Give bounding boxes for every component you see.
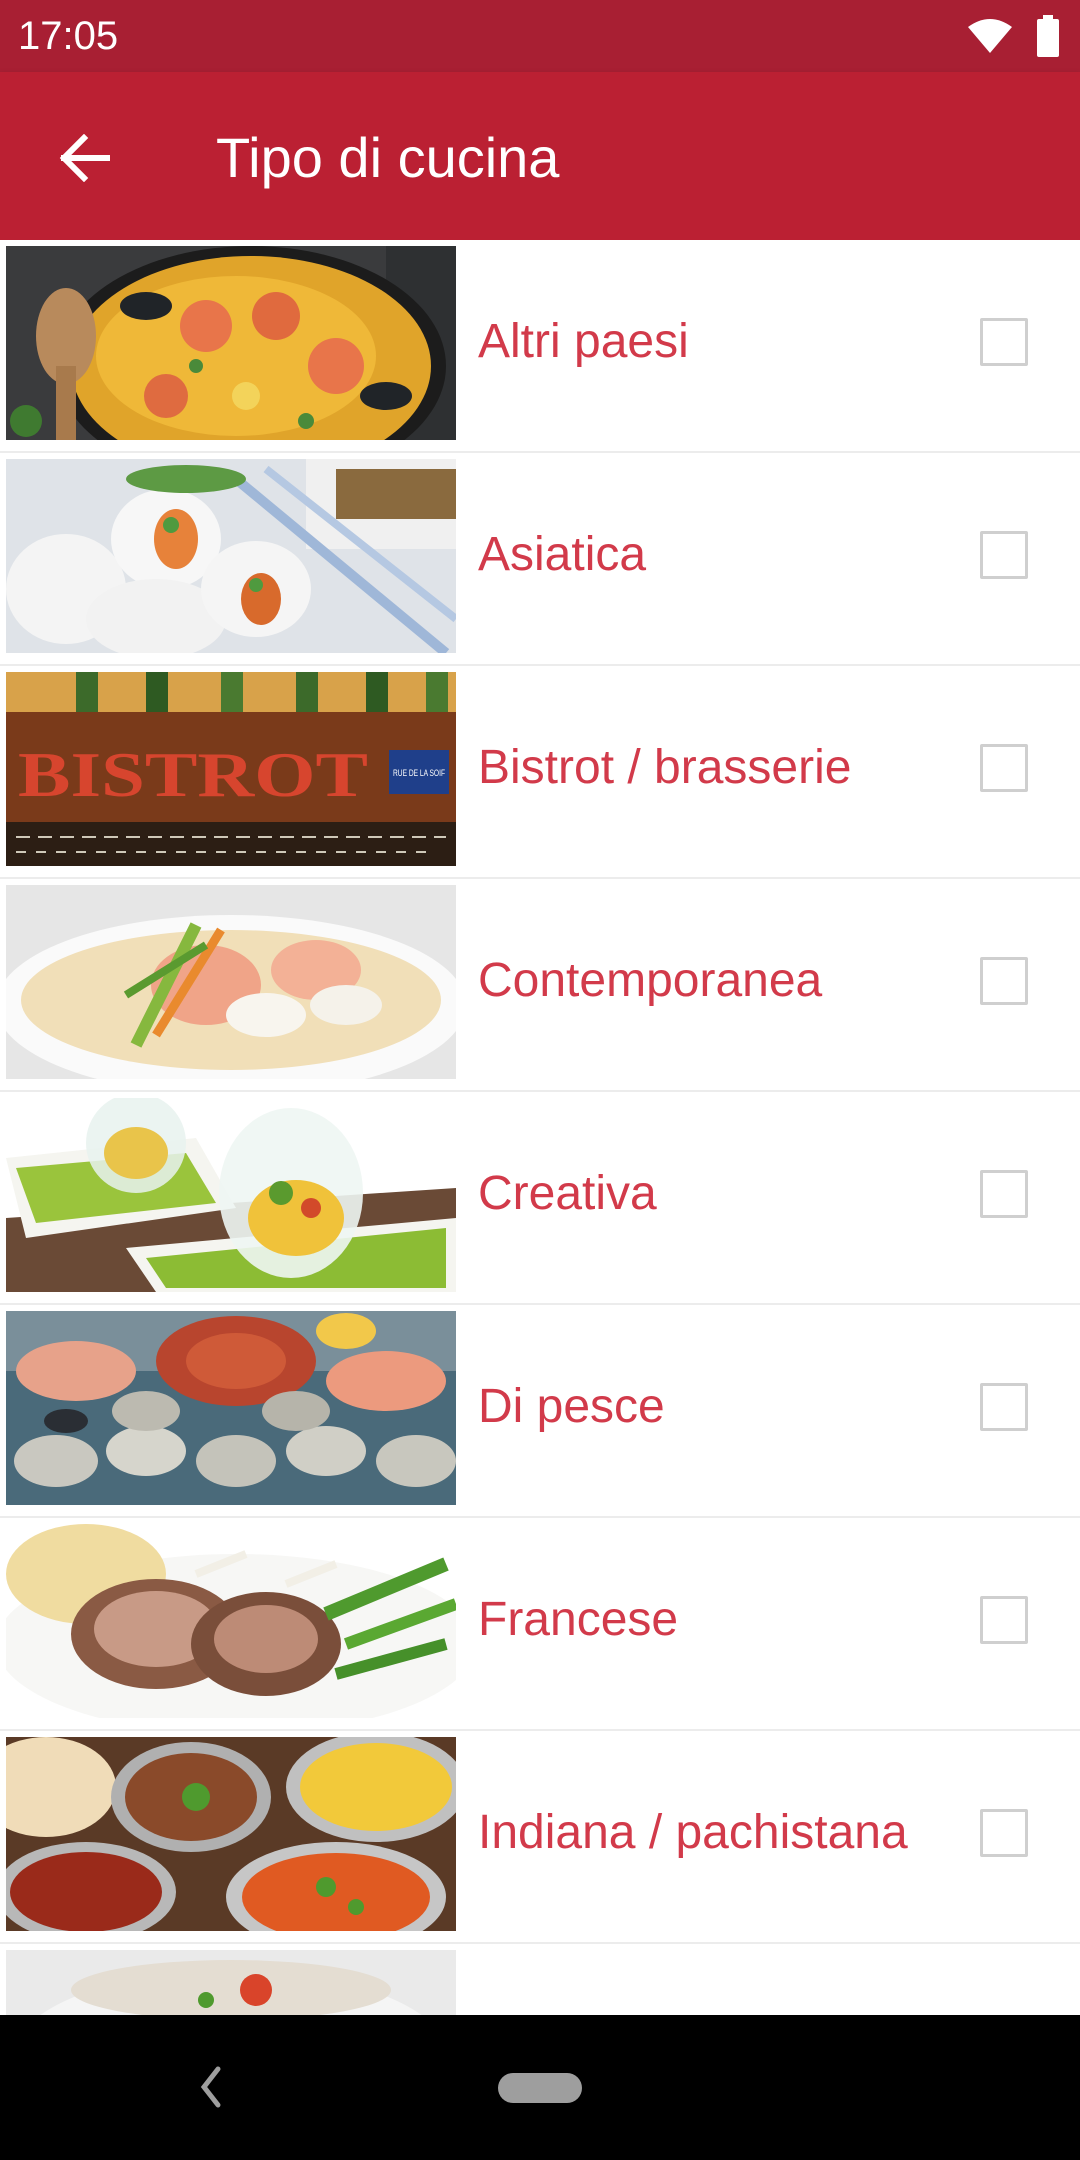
- list-item-creativa[interactable]: Creativa: [0, 1092, 1080, 1305]
- list-item-label: Contemporanea: [478, 954, 823, 1007]
- page-title: Tipo di cucina: [216, 126, 560, 189]
- checkbox-asiatica[interactable]: [980, 531, 1028, 579]
- checkbox-indiana-pachistana[interactable]: [980, 1809, 1028, 1857]
- list-item-label: Altri paesi: [478, 315, 689, 368]
- paella-image: [6, 246, 456, 440]
- list-item-francese[interactable]: Francese: [0, 1518, 1080, 1731]
- bistrot-sign-image: BISTROT RUE DE LA SOIF: [6, 672, 456, 866]
- cuisine-list[interactable]: Altri paesi Asiatica BISTROT RUE DE LA S…: [0, 240, 1080, 2015]
- list-item-label: Asiatica: [478, 528, 647, 581]
- checkbox-creativa[interactable]: [980, 1170, 1028, 1218]
- nav-back-icon[interactable]: [190, 2059, 230, 2115]
- status-time: 17:05: [18, 14, 119, 58]
- system-nav-bar: [0, 2015, 1080, 2160]
- list-item-label: Creativa: [478, 1167, 657, 1220]
- list-item-asiatica[interactable]: Asiatica: [0, 453, 1080, 666]
- nav-home-pill[interactable]: [498, 2073, 582, 2103]
- list-item-indiana-pachistana[interactable]: Indiana / pachistana: [0, 1731, 1080, 1944]
- partial-dish-image: [6, 1950, 456, 2015]
- french-dish-image: [6, 1524, 456, 1718]
- status-icons: [966, 14, 1060, 58]
- checkbox-bistrot-brasserie[interactable]: [980, 744, 1028, 792]
- back-button[interactable]: [48, 122, 120, 194]
- arrow-back-icon: [59, 134, 110, 182]
- bistrot-sign-plate: RUE DE LA SOIF: [393, 768, 445, 778]
- checkbox-francese[interactable]: [980, 1596, 1028, 1644]
- checkbox-contemporanea[interactable]: [980, 957, 1028, 1005]
- checkbox-di-pesce[interactable]: [980, 1383, 1028, 1431]
- list-item-altri-paesi[interactable]: Altri paesi: [0, 240, 1080, 453]
- list-item-label: Di pesce: [478, 1380, 665, 1433]
- list-item-label: Indiana / pachistana: [478, 1806, 908, 1859]
- wifi-icon: [968, 19, 1012, 53]
- creative-dish-image: [6, 1098, 456, 1292]
- bistrot-sign-text: BISTROT: [18, 739, 368, 810]
- list-item-contemporanea[interactable]: Contemporanea: [0, 879, 1080, 1092]
- list-item-label: Francese: [478, 1593, 679, 1646]
- list-item-bistrot-brasserie[interactable]: BISTROT RUE DE LA SOIF Bistrot / brasser…: [0, 666, 1080, 879]
- contemporary-dish-image: [6, 885, 456, 1079]
- checkbox-altri-paesi[interactable]: [980, 318, 1028, 366]
- list-item-di-pesce[interactable]: Di pesce: [0, 1305, 1080, 1518]
- spring-rolls-image: [6, 459, 456, 653]
- list-item-partial[interactable]: [0, 1944, 1080, 2015]
- seafood-platter-image: [6, 1311, 456, 1505]
- list-item-label: Bistrot / brasserie: [478, 741, 852, 794]
- app-bar: Tipo di cucina: [0, 72, 1080, 240]
- status-bar: 17:05: [0, 0, 1080, 72]
- battery-icon: [1037, 15, 1059, 57]
- indian-dishes-image: [6, 1737, 456, 1931]
